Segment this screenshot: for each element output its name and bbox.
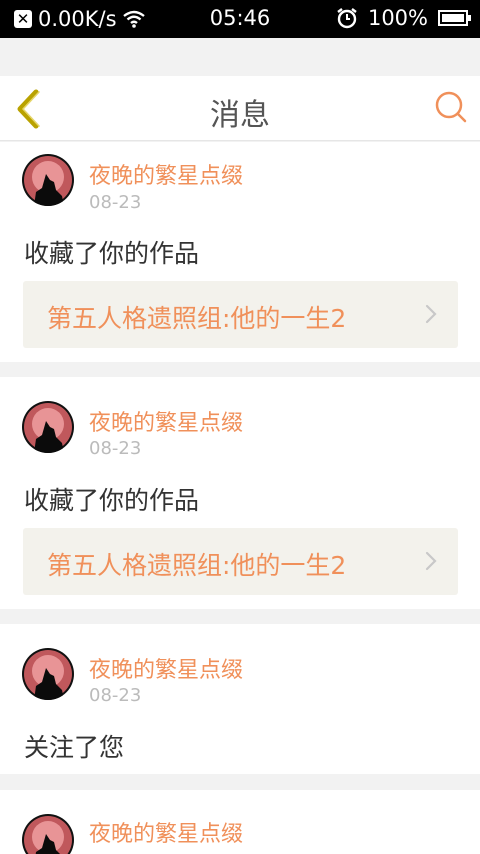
search-button[interactable] <box>434 90 468 124</box>
work-link[interactable]: 第五人格遗照组:他的一生2 <box>23 281 458 348</box>
page-title: 消息 <box>210 98 270 133</box>
message-card: 夜晚的繁星点缀 08-23 收藏了你的作品 第五人格遗照组:他的一生2 <box>0 377 480 609</box>
message-action: 收藏了你的作品 <box>24 239 200 268</box>
status-bar: ✕ 0.00K/s 05:46 100% <box>0 0 480 38</box>
message-card: 夜晚的繁星点缀 08-23 收藏了你的作品 第五人格遗照组:他的一生2 <box>0 142 480 362</box>
avatar[interactable] <box>22 648 74 700</box>
username-link[interactable]: 夜晚的繁星点缀 <box>89 816 243 848</box>
status-right: 100% <box>336 6 471 30</box>
message-action: 关注了您 <box>24 733 125 762</box>
alarm-clock-icon <box>337 8 357 29</box>
work-link[interactable]: 第五人格遗照组:他的一生2 <box>23 528 458 595</box>
username-link[interactable]: 夜晚的繁星点缀 <box>89 652 243 684</box>
message-date: 08-23 <box>89 685 142 706</box>
battery-percent: 100% <box>367 6 428 30</box>
message-card: 夜晚的繁星点缀 <box>0 790 480 854</box>
username-link[interactable]: 夜晚的繁星点缀 <box>89 158 243 190</box>
message-date: 08-23 <box>89 438 142 459</box>
work-title: 第五人格遗照组:他的一生2 <box>47 304 347 333</box>
chevron-right-icon <box>425 304 437 324</box>
work-title: 第五人格遗照组:他的一生2 <box>47 551 347 580</box>
avatar[interactable] <box>22 814 74 854</box>
message-card: 夜晚的繁星点缀 08-23 关注了您 <box>0 624 480 774</box>
username-link[interactable]: 夜晚的繁星点缀 <box>89 405 243 437</box>
nav-bar: 消息 <box>0 76 480 141</box>
chevron-right-icon <box>425 551 437 571</box>
avatar[interactable] <box>22 154 74 206</box>
message-action: 收藏了你的作品 <box>24 486 200 515</box>
battery-icon <box>438 10 471 26</box>
message-date: 08-23 <box>89 192 142 213</box>
avatar[interactable] <box>22 401 74 453</box>
